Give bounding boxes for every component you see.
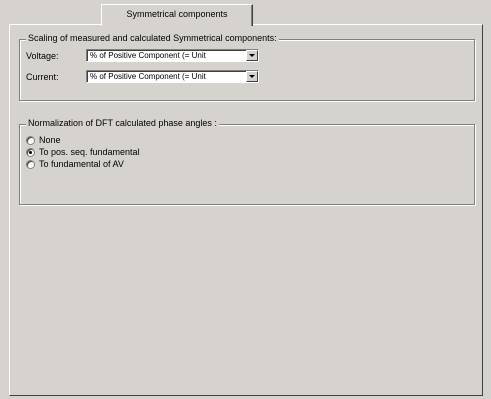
current-dropdown[interactable]: % of Positive Component (= Unit (86, 70, 259, 83)
tab-symmetrical-components[interactable]: Symmetrical components (101, 4, 253, 26)
current-dropdown-arrow-icon[interactable] (246, 71, 258, 82)
current-label: Current: (26, 72, 59, 82)
radio-none-label: None (39, 135, 61, 145)
radio-av-button[interactable] (26, 159, 35, 169)
tab-panel: Scaling of measured and calculated Symme… (9, 24, 483, 396)
voltage-dropdown-value: % of Positive Component (= Unit (90, 51, 206, 60)
radio-pos-seq-button[interactable] (26, 147, 35, 157)
radio-option-none[interactable]: None (26, 135, 61, 145)
radio-option-pos-seq[interactable]: To pos. seq. fundamental (26, 147, 140, 157)
tab-strip: Symmetrical components (0, 0, 491, 26)
radio-option-av[interactable]: To fundamental of AV (26, 159, 124, 169)
radio-pos-seq-label: To pos. seq. fundamental (39, 147, 140, 157)
normalization-group-title: Normalization of DFT calculated phase an… (26, 118, 219, 128)
voltage-dropdown-arrow-icon[interactable] (246, 50, 258, 61)
voltage-dropdown[interactable]: % of Positive Component (= Unit (86, 49, 259, 62)
scaling-group-title: Scaling of measured and calculated Symme… (26, 33, 279, 43)
voltage-label: Voltage: (26, 51, 59, 61)
radio-av-label: To fundamental of AV (39, 159, 124, 169)
radio-none-button[interactable] (26, 135, 35, 145)
scaling-groupbox: Scaling of measured and calculated Symme… (19, 33, 475, 101)
current-dropdown-value: % of Positive Component (= Unit (90, 72, 206, 81)
normalization-groupbox: Normalization of DFT calculated phase an… (19, 118, 475, 205)
